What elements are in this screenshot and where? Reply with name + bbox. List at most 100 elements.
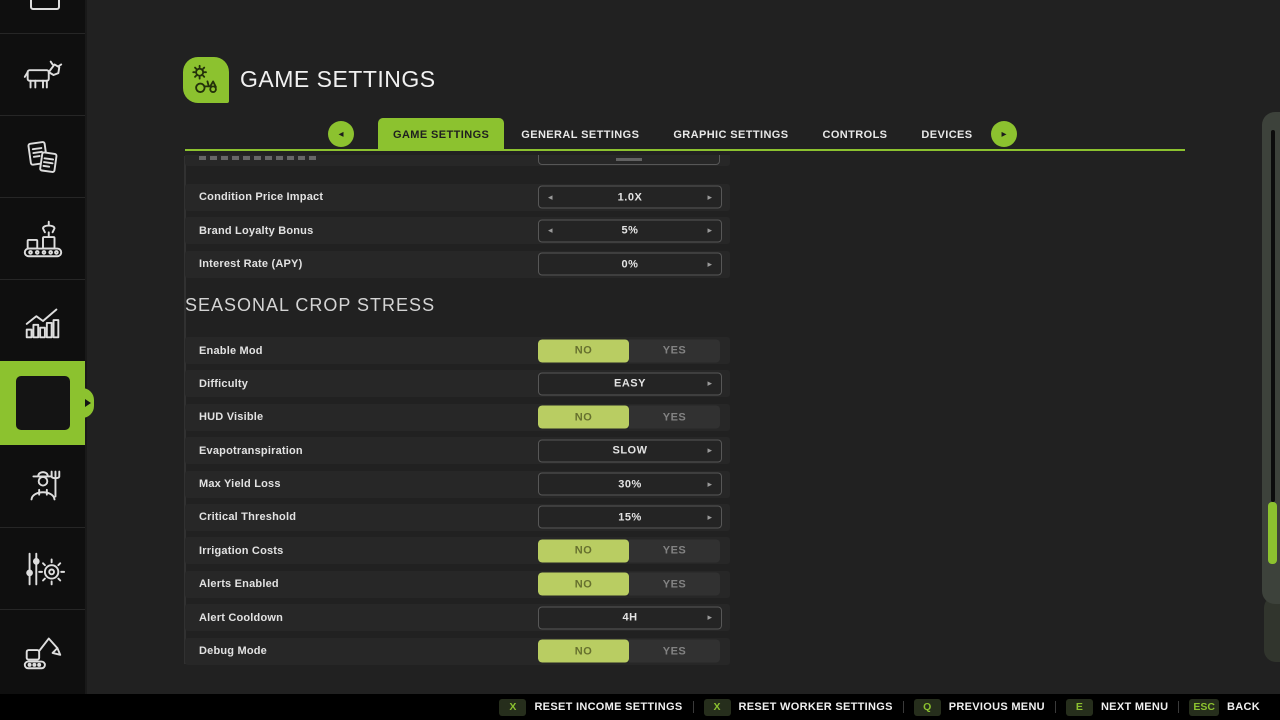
tab-bar: GAME SETTINGSGENERAL SETTINGSGRAPHIC SET… <box>378 118 990 151</box>
footer-separator <box>903 701 904 713</box>
key-esc-badge: ESC <box>1189 699 1219 716</box>
shortcut-label: RESET WORKER SETTINGS <box>739 701 893 713</box>
setting-label: Debug Mode <box>199 645 267 657</box>
settings-rows-top: Condition Price Impact ◂1.0X▸ Brand Loyalt… <box>185 155 730 278</box>
setting-label: Brand Loyalty Bonus <box>199 225 313 237</box>
shortcut-back[interactable]: ESCBACK <box>1189 699 1270 716</box>
tab-underline <box>185 149 1185 151</box>
setting-label: Enable Mod <box>199 345 263 357</box>
toggle-option-yes[interactable]: YES <box>629 339 720 362</box>
selector-right-arrow-icon[interactable]: ▸ <box>707 378 712 389</box>
settings-row: Evapotranspiration SLOW ▸ <box>185 437 730 464</box>
sidebar-item-mod-settings[interactable] <box>0 361 85 445</box>
sidebar-item-finance[interactable] <box>0 0 85 33</box>
sidebar-item-animals[interactable] <box>0 33 85 116</box>
value-selector[interactable]: 4H ▸ <box>538 606 722 629</box>
footer-separator <box>1055 701 1056 713</box>
setting-label: Max Yield Loss <box>199 478 281 490</box>
farmer-icon <box>20 463 66 509</box>
finance-card-icon <box>30 0 60 10</box>
contracts-documents-icon <box>20 134 66 180</box>
selector-right-arrow-icon[interactable]: ▸ <box>707 479 712 490</box>
settings-row: Critical Threshold 15% ▸ <box>185 504 730 531</box>
value-selector[interactable]: 30% ▸ <box>538 473 722 496</box>
yes-no-toggle: NOYES <box>538 539 720 562</box>
selector-right-arrow-icon[interactable]: ▸ <box>707 225 712 236</box>
toggle-option-yes[interactable]: YES <box>629 573 720 596</box>
settings-row: Condition Price Impact ◂1.0X▸ <box>185 184 730 211</box>
tabs-next-button[interactable]: ▸ <box>991 121 1017 147</box>
settings-row: Alert Cooldown4H▸ <box>185 604 730 631</box>
value-selector[interactable]: ◂1.0X▸ <box>538 186 722 209</box>
setting-label: Condition Price Impact <box>199 191 323 203</box>
tab-general-settings[interactable]: GENERAL SETTINGS <box>504 118 656 151</box>
key-x-badge: X <box>704 699 731 716</box>
toggle-option-no[interactable]: NO <box>538 339 629 362</box>
toggle-option-no[interactable]: NO <box>538 406 629 429</box>
selector-value: 30% <box>618 478 642 490</box>
shortcut-next-menu[interactable]: ENEXT MENU <box>1066 699 1178 716</box>
setting-label: Critical Threshold <box>199 511 296 523</box>
toggle-option-no[interactable]: NO <box>538 573 629 596</box>
selector-left-arrow-icon[interactable]: ◂ <box>548 225 553 236</box>
value-selector[interactable]: 0%▸ <box>538 253 722 276</box>
selector-value: 4H <box>622 612 637 624</box>
sidebar-item-construction[interactable] <box>0 609 85 692</box>
settings-row: Debug Mode NOYES <box>185 638 730 665</box>
sidebar-item-contracts[interactable] <box>0 115 85 198</box>
sidebar-item-farmer[interactable] <box>0 445 85 527</box>
toggle-option-no[interactable]: NO <box>538 640 629 663</box>
active-item-pointer-icon <box>85 399 91 407</box>
tab-game-settings[interactable]: GAME SETTINGS <box>378 118 504 151</box>
footer-separator <box>693 701 694 713</box>
shortcut-previous-menu[interactable]: QPREVIOUS MENU <box>914 699 1055 716</box>
clipped-value <box>616 158 642 161</box>
scrollbar-thumb[interactable] <box>1268 502 1277 564</box>
sidebar-item-statistics[interactable] <box>0 279 85 362</box>
key-e-badge: E <box>1066 699 1093 716</box>
shortcut-reset-worker-settings[interactable]: X RESET WORKER SETTINGS <box>704 699 903 716</box>
value-selector[interactable]: ◂5%▸ <box>538 219 722 242</box>
selector-left-arrow-icon[interactable]: ◂ <box>548 192 553 203</box>
toggle-option-yes[interactable]: YES <box>629 640 720 663</box>
yes-no-toggle: NOYES <box>538 640 720 663</box>
statistics-chart-icon <box>20 298 66 344</box>
clipped-label <box>199 156 317 160</box>
shortcut-reset-income-settings[interactable]: XRESET INCOME SETTINGS <box>499 699 692 716</box>
selector-right-arrow-icon[interactable]: ▸ <box>707 445 712 456</box>
value-selector[interactable]: SLOW ▸ <box>538 439 722 462</box>
scrollbar-groove <box>1271 130 1275 502</box>
selector-value: SLOW <box>613 445 648 457</box>
footer-shortcut-bar: XRESET INCOME SETTINGS X RESET WORKER SETT… <box>0 694 1280 720</box>
chevron-right-icon: ▸ <box>1001 129 1006 140</box>
tab-devices[interactable]: DEVICES <box>904 118 989 151</box>
clipped-value-selector[interactable] <box>538 155 720 165</box>
setting-label: Evapotranspiration <box>199 445 303 457</box>
tab-controls[interactable]: CONTROLS <box>806 118 905 151</box>
page-icon-badge <box>183 57 229 103</box>
selector-right-arrow-icon[interactable]: ▸ <box>707 259 712 270</box>
tabs-prev-button[interactable]: ◂ <box>328 121 354 147</box>
toggle-option-yes[interactable]: YES <box>629 539 720 562</box>
settings-row: Interest Rate (APY)0%▸ <box>185 251 730 278</box>
settings-rows-main: Enable ModNOYESDifficultyEASY▸HUD Visibl… <box>185 337 730 665</box>
toggle-option-yes[interactable]: YES <box>629 406 720 429</box>
chevron-left-icon: ◂ <box>338 129 343 140</box>
shortcut-label: RESET INCOME SETTINGS <box>534 701 682 713</box>
page-title: GAME SETTINGS <box>240 66 436 93</box>
shortcut-label: PREVIOUS MENU <box>949 701 1045 713</box>
value-selector[interactable]: EASY▸ <box>538 372 722 395</box>
animals-cow-icon <box>20 52 66 98</box>
selector-right-arrow-icon[interactable]: ▸ <box>707 192 712 203</box>
settings-row: DifficultyEASY▸ <box>185 370 730 397</box>
selector-right-arrow-icon[interactable]: ▸ <box>707 612 712 623</box>
tab-graphic-settings[interactable]: GRAPHIC SETTINGS <box>656 118 805 151</box>
yes-no-toggle: NOYES <box>538 339 720 362</box>
selector-right-arrow-icon[interactable]: ▸ <box>707 512 712 523</box>
sidebar-item-tuning[interactable] <box>0 527 85 610</box>
value-selector[interactable]: 15% ▸ <box>538 506 722 529</box>
sidebar-item-production[interactable] <box>0 197 85 280</box>
selector-value: 15% <box>618 511 642 523</box>
toggle-option-no[interactable]: NO <box>538 539 629 562</box>
footer-items: XRESET INCOME SETTINGS X RESET WORKER SETT… <box>499 699 1270 716</box>
